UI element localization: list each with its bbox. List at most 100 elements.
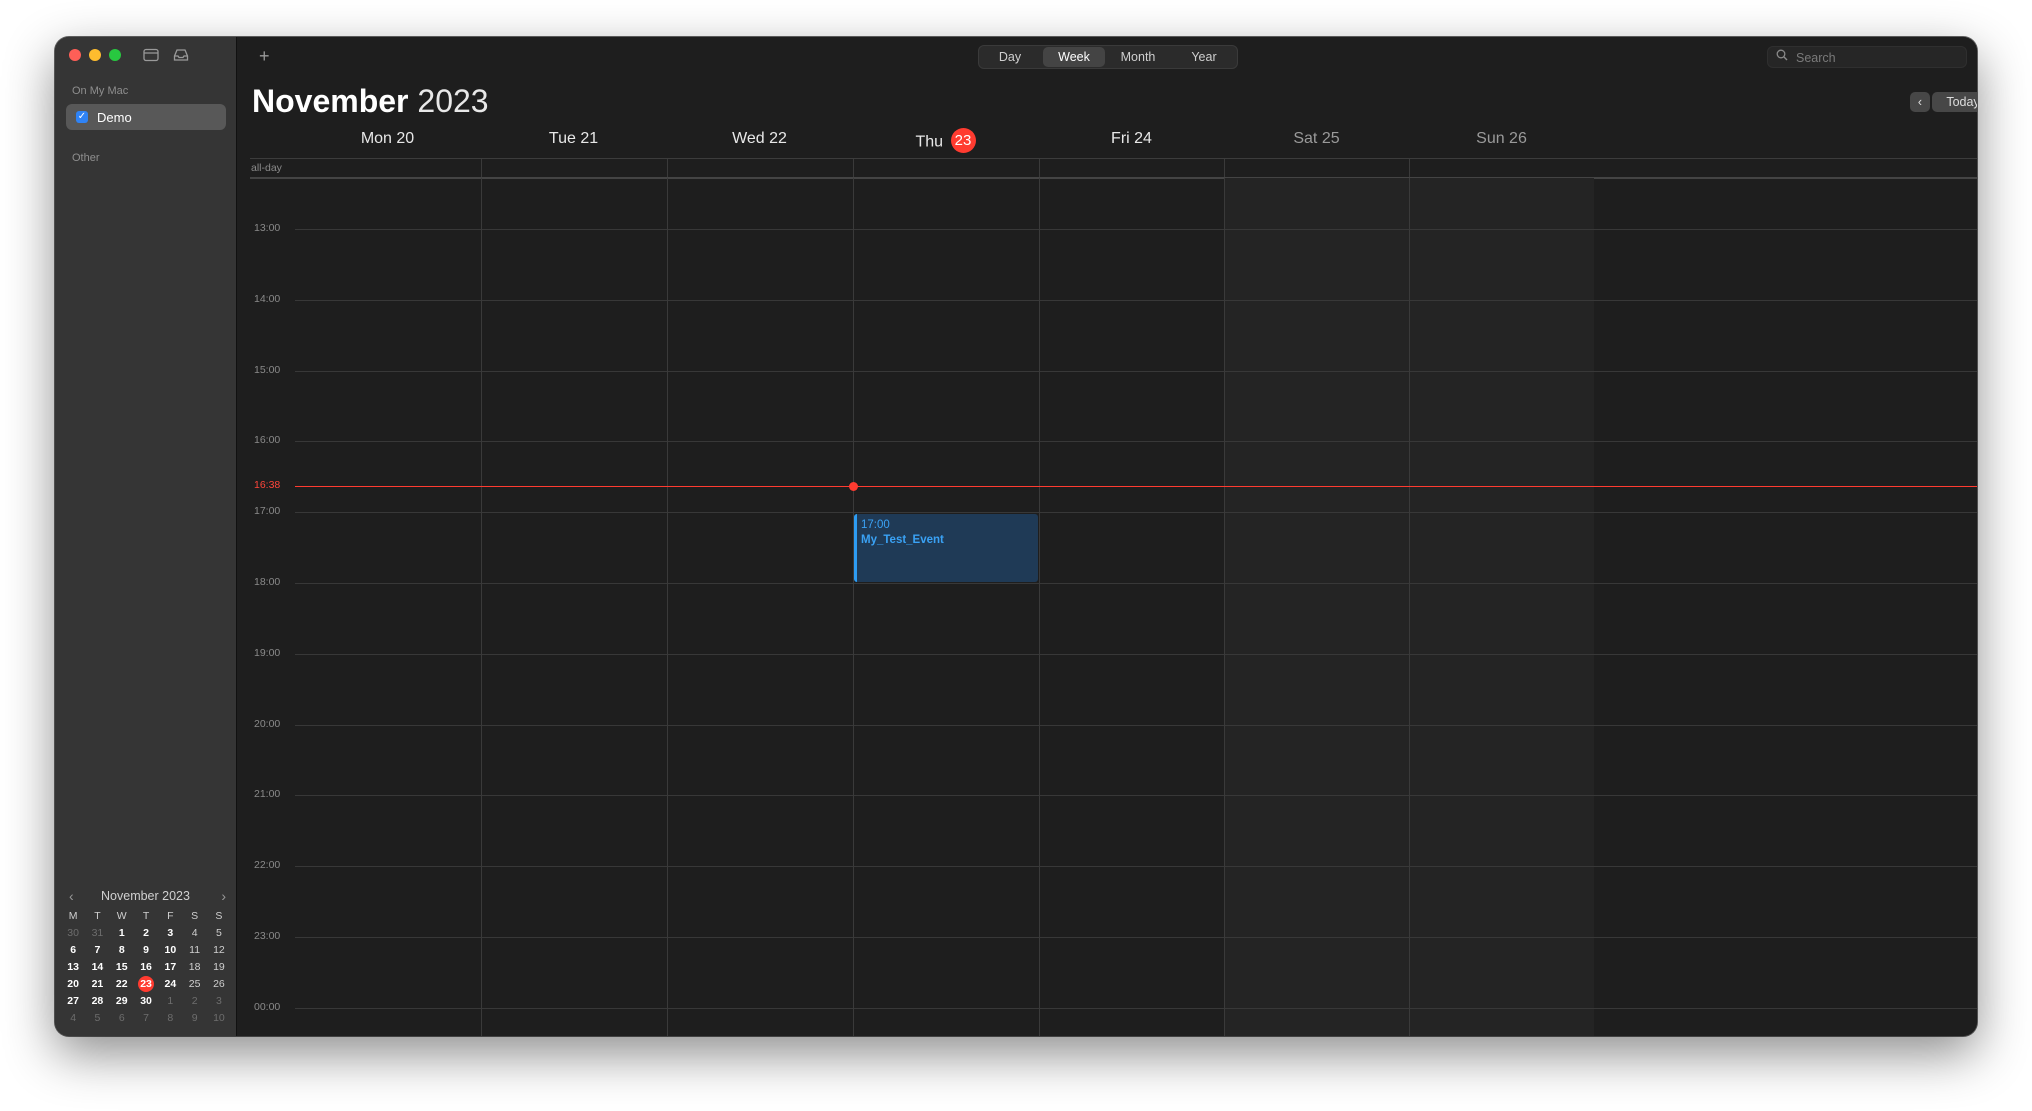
mini-calendar-dow: S [191,910,199,922]
search-input[interactable] [1794,48,1963,68]
mini-calendar-day[interactable]: 9 [182,1010,206,1027]
hour-label: 18:00 [254,576,281,588]
mini-calendar-day[interactable]: 9 [134,942,158,959]
mini-calendar-day-label: 2 [143,927,149,939]
mini-calendar-day[interactable]: 29 [110,993,134,1010]
mini-calendar-day[interactable]: 24 [158,976,182,993]
mini-calendar-day[interactable]: 5 [207,925,231,942]
mini-calendar-day[interactable]: 2 [134,925,158,942]
day-header-label: Wed 22 [732,130,787,147]
mini-calendar-day[interactable]: 8 [158,1010,182,1027]
calendar-list-icon[interactable] [143,48,159,65]
mini-calendar-day[interactable]: 1 [110,925,134,942]
mini-calendar-day[interactable]: 30 [61,925,85,942]
sidebar-item-demo[interactable]: ✓ Demo [66,104,226,130]
section-other: Other [72,152,100,164]
mini-calendar-day[interactable]: 16 [134,959,158,976]
mini-calendar-day[interactable]: 31 [85,925,109,942]
page-title: November 2023 [252,83,489,120]
all-day-divider [1409,159,1410,177]
mini-calendar-day[interactable]: 7 [134,1010,158,1027]
day-header[interactable]: Sun 26 [1382,130,1622,148]
mini-calendar-day-label: 21 [91,978,104,990]
current-time-dot [849,482,858,492]
week-grid[interactable]: 13:00 14:00 15:00 16:00 17:00 18:00 19:00 20:00… [250,178,1977,1036]
hour-gridline [295,795,1977,797]
add-event-button[interactable]: + [259,46,270,67]
mini-calendar-day[interactable]: 6 [110,1010,134,1027]
hour-label: 16:00 [254,434,281,447]
close-window-button[interactable] [69,49,81,61]
mini-calendar-day-label: 6 [118,1012,125,1024]
weekend-column [1409,178,1594,1036]
mini-calendar-day[interactable]: 10 [207,1010,231,1027]
chevron-right-icon[interactable]: › [221,888,226,904]
mini-calendar-day[interactable]: 20 [61,976,85,993]
today-button[interactable]: Today [1932,92,1977,112]
mini-calendar-day[interactable]: 17 [158,959,182,976]
mini-calendar-day[interactable]: 5 [85,1010,109,1027]
calendar-window: On My Mac ✓ Demo Other ‹ November 2023 ›… [55,37,1977,1036]
minimize-window-button[interactable] [89,49,101,61]
mini-calendar-day[interactable]: 19 [207,959,231,976]
day-divider [1039,178,1040,1036]
mini-calendar-dow: W [116,910,127,922]
mini-calendar-day[interactable]: 10 [158,942,182,959]
mini-calendar-day[interactable]: 14 [85,959,109,976]
hour-gridline [295,1007,1977,1009]
checkbox-icon[interactable]: ✓ [76,111,88,123]
tab-week[interactable]: Week [1043,47,1105,67]
mini-calendar-day-label: 8 [167,1012,174,1024]
day-divider [481,178,482,1036]
mini-calendar-day[interactable]: 25 [182,976,206,993]
mini-calendar-day[interactable]: 2 [182,993,206,1010]
mini-calendar-day[interactable]: 4 [182,925,206,942]
mini-calendar-day[interactable]: 26 [207,976,231,993]
mini-calendar-day[interactable]: 28 [85,993,109,1010]
mini-calendar-day[interactable]: 8 [110,942,134,959]
tab-month[interactable]: Month [1107,46,1169,68]
title-month: November [252,83,409,119]
tab-day[interactable]: Day [979,46,1041,68]
mini-calendar-day[interactable]: 11 [182,942,206,959]
mini-calendar-day[interactable]: 3 [207,993,231,1010]
mini-calendar-day[interactable]: 21 [85,976,109,993]
all-day-row[interactable]: all-day [250,158,1977,179]
day-header-label: Sat 25 [1293,130,1340,147]
hour-label: 19:00 [254,646,281,659]
mini-calendar-day[interactable]: 15 [110,959,134,976]
mini-calendar-day[interactable]: 1 [158,993,182,1010]
mini-calendar-day-label: 9 [191,1012,198,1024]
all-day-divider [1224,159,1225,177]
calendar-event[interactable]: 17:00 My_Test_Event [854,514,1038,582]
mini-calendar-day[interactable]: 13 [61,959,85,976]
all-day-divider [481,159,482,177]
tab-year[interactable]: Year [1173,46,1235,68]
mini-calendar-day-label: 29 [115,995,128,1007]
zoom-window-button[interactable] [109,49,121,61]
mini-calendar-day[interactable]: 27 [61,993,85,1010]
mini-calendar-day-label: 19 [213,961,225,973]
mini-calendar-day[interactable]: 3 [158,925,182,942]
mini-calendar-day[interactable]: 4 [61,1010,85,1027]
hour-gridline [295,441,1977,443]
mini-calendar-day[interactable]: 6 [61,942,85,959]
inbox-icon[interactable] [173,48,189,65]
hour-gridline [295,937,1977,938]
mini-calendar-day[interactable]: 12 [207,942,231,959]
current-time-label: 16:38 [254,479,281,492]
previous-week-button[interactable]: ‹ [1910,92,1930,112]
mini-calendar-day[interactable]: 18 [182,959,206,976]
mini-calendar-day[interactable]: 7 [85,942,109,959]
mini-calendar-day[interactable]: 23 [134,976,158,993]
hour-gridline [295,653,1977,655]
search-box[interactable] [1767,46,1967,68]
mini-calendar-dow: F [167,910,174,922]
mini-calendar-dow: T [94,910,101,922]
mini-calendar-day[interactable]: 30 [134,993,158,1010]
hour-label: 23:00 [254,930,281,942]
mini-calendar-day-label: 10 [164,944,177,956]
mini-calendar-day[interactable]: 22 [110,976,134,993]
mini-calendar-dow: S [215,910,223,922]
day-header-label: Thu [915,133,944,151]
